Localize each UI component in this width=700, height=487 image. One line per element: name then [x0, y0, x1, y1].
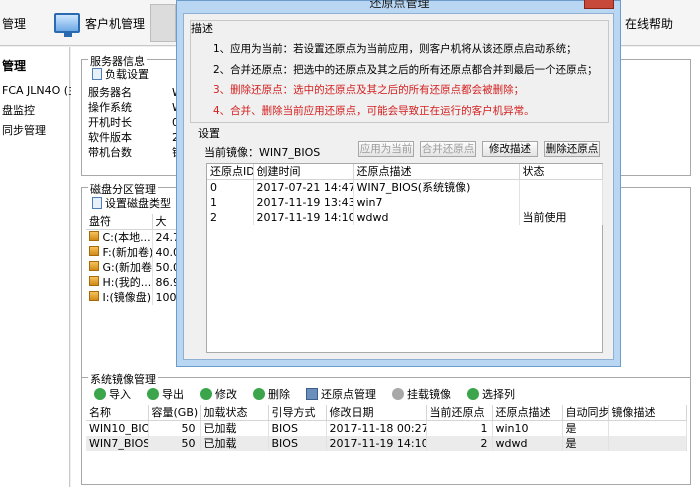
- description-line: 1、应用为当前：若设置还原点为当前应用，则客户机将从该还原点启动系统；: [213, 43, 577, 55]
- export-button[interactable]: 导出: [147, 386, 184, 402]
- restore-point-table: 还原点ID 创建时间 还原点描述 状态 0 2017-07-21 14:47:0…: [207, 164, 603, 225]
- toolbar-item-selected[interactable]: [150, 4, 176, 42]
- delete-button[interactable]: 删除: [253, 386, 290, 402]
- table-row[interactable]: G:(新加卷) 50.0: [86, 260, 183, 275]
- sidebar-item-sync[interactable]: 同步管理: [0, 120, 69, 140]
- description-box: 描述 1、应用为当前：若设置还原点为当前应用，则客户机将从该还原点启动系统； 2…: [190, 20, 609, 123]
- left-sidebar: 管理 FCA JLN4O (主) 盘监控 同步管理: [0, 47, 83, 487]
- dialog-title: 还原点管理: [369, 0, 430, 10]
- restore-point-mgr-button[interactable]: 还原点管理: [306, 386, 376, 402]
- document-icon: [92, 197, 102, 209]
- table-row[interactable]: WIN10_BIOS 50 已加载 BIOS 2017-11-18 00:27:…: [86, 420, 687, 436]
- restore-point-icon: [306, 388, 318, 400]
- mount-image-button[interactable]: 挂载镜像: [392, 386, 451, 402]
- settings-label: 设置: [198, 127, 220, 140]
- disk-icon: [89, 291, 99, 301]
- columns-icon: [467, 388, 479, 400]
- toolbar-label: 客户机管理: [85, 16, 146, 31]
- column-header[interactable]: 当前还原点: [426, 405, 493, 421]
- import-button[interactable]: 导入: [94, 386, 131, 402]
- column-header[interactable]: 容量(GB): [148, 405, 201, 421]
- edit-button[interactable]: 修改: [200, 386, 237, 402]
- export-icon: [147, 388, 159, 400]
- description-line-warning: 4、合并、删除当前应用还原点，可能会导致正在运行的客户机异常。: [213, 105, 535, 117]
- document-icon: [92, 68, 102, 80]
- column-header[interactable]: 引导方式: [268, 405, 327, 421]
- sidebar-item-server[interactable]: FCA JLN4O (主): [0, 80, 83, 100]
- set-disk-type-button[interactable]: 设置磁盘类型 ▾: [92, 195, 184, 211]
- restore-point-table-wrap: 还原点ID 创建时间 还原点描述 状态 0 2017-07-21 14:47:0…: [206, 163, 603, 353]
- image-mgmt-group: 系统镜像管理 导入 导出 修改 删除 还原点管理 挂载镜像 选择列 名称 容量(…: [81, 371, 691, 485]
- disk-icon: [89, 246, 99, 256]
- current-mirror-label: 当前镜像：WIN7_BIOS: [204, 146, 321, 159]
- edit-description-button[interactable]: 修改描述: [482, 141, 538, 157]
- table-row[interactable]: C:(本地... 24.7: [86, 229, 183, 245]
- group-title: 系统镜像管理: [88, 371, 158, 387]
- table-row[interactable]: I:(镜像盘)100.0: [86, 290, 183, 305]
- description-line-warning: 3、删除还原点：选中的还原点及其之后的所有还原点都会被删除；: [213, 84, 525, 96]
- mount-icon: [392, 388, 404, 400]
- import-icon: [94, 388, 106, 400]
- button-label: 设置磁盘类型: [105, 197, 171, 210]
- table-row[interactable]: 1 2017-11-19 13:43:13 win7: [207, 195, 603, 210]
- disk-icon: [89, 276, 99, 286]
- column-header[interactable]: 镜像描述: [608, 405, 687, 421]
- column-header[interactable]: 加载状态: [200, 405, 269, 421]
- image-table: 名称 容量(GB) 加载状态 引导方式 修改日期 当前还原点 还原点描述 自动同…: [86, 405, 687, 451]
- description-title: 描述: [191, 22, 213, 35]
- delete-icon: [253, 388, 265, 400]
- dialog-body: 描述 1、应用为当前：若设置还原点为当前应用，则客户机将从该还原点启动系统； 2…: [183, 13, 614, 360]
- column-header[interactable]: 盘符: [86, 214, 153, 230]
- column-header[interactable]: 还原点ID: [207, 164, 254, 180]
- column-header[interactable]: 自动同步: [562, 405, 609, 421]
- close-button[interactable]: [584, 0, 614, 9]
- toolbar-item-online-help[interactable]: 在线帮助: [625, 0, 673, 46]
- toolbar-item-manage[interactable]: 管理: [2, 0, 26, 46]
- column-header[interactable]: 还原点描述: [353, 164, 520, 180]
- edit-icon: [200, 388, 212, 400]
- toolbar-item-client-mgmt[interactable]: 客户机管理: [54, 0, 145, 46]
- toolbar-label: 在线帮助: [625, 16, 674, 31]
- description-line: 2、合并还原点：把选中的还原点及其之后的所有还原点都合并到最后一个还原点；: [213, 64, 598, 76]
- column-header[interactable]: 名称: [86, 405, 149, 421]
- disk-table: 盘符 大 C:(本地... 24.7 F:(新加卷) 40.0 G:(新加卷) 50.…: [86, 214, 183, 305]
- column-header[interactable]: 状态: [519, 164, 603, 180]
- button-label: 负载设置: [105, 68, 149, 81]
- toolbar-label: 管理: [2, 16, 27, 31]
- disk-icon: [89, 231, 99, 241]
- monitor-icon: [54, 13, 80, 37]
- sidebar-title: 管理: [2, 59, 27, 73]
- column-header[interactable]: 还原点描述: [492, 405, 563, 421]
- restore-point-dialog: 还原点管理 描述 1、应用为当前：若设置还原点为当前应用，则客户机将从该还原点启…: [176, 0, 621, 367]
- column-header[interactable]: 修改日期: [326, 405, 427, 421]
- table-row[interactable]: F:(新加卷) 40.0: [86, 245, 183, 260]
- disk-icon: [89, 261, 99, 271]
- table-row[interactable]: 2 2017-11-19 14:10:25 wdwd 当前使用: [207, 210, 603, 225]
- merge-restore-button[interactable]: 合并还原点: [420, 141, 476, 157]
- select-columns-button[interactable]: 选择列: [467, 386, 515, 402]
- table-row[interactable]: WIN7_BIOS 50 已加载 BIOS 2017-11-19 14:10:2…: [86, 436, 687, 451]
- delete-restore-button[interactable]: 删除还原点: [544, 141, 600, 157]
- sidebar-item-disk-monitor[interactable]: 盘监控: [0, 100, 69, 120]
- apply-current-button[interactable]: 应用为当前: [358, 141, 414, 157]
- column-header[interactable]: 创建时间: [253, 164, 354, 180]
- table-row[interactable]: 0 2017-07-21 14:47:08 WIN7_BIOS(系统镜像): [207, 179, 603, 195]
- table-row[interactable]: H:(我的... 86.9: [86, 275, 183, 290]
- load-setting-button[interactable]: 负载设置: [92, 66, 149, 82]
